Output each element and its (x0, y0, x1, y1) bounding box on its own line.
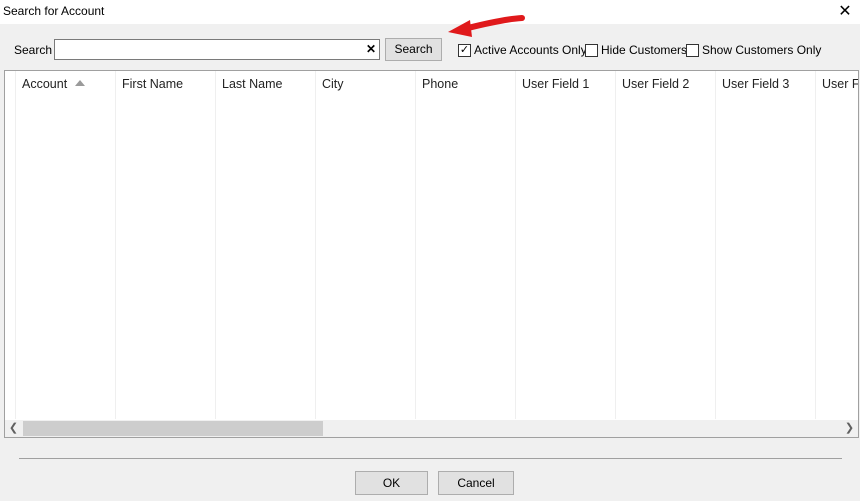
show-customers-only-checkbox[interactable]: Show Customers Only (686, 43, 821, 57)
search-input-box: ✕ (54, 39, 380, 60)
column-header-phone[interactable]: Phone (422, 77, 458, 91)
row-indicator-column (5, 71, 16, 419)
footer-divider (19, 458, 842, 459)
column-header-user-field-2[interactable]: User Field 2 (622, 77, 689, 91)
checkbox-box (686, 43, 699, 57)
search-label: Search (14, 43, 53, 57)
scroll-thumb[interactable] (23, 421, 323, 436)
sort-ascending-icon (75, 80, 86, 86)
column-first-name[interactable]: First Name (116, 71, 216, 419)
column-user-field-3[interactable]: User Field 3 (716, 71, 816, 419)
title-bar: Search for Account ✕ (0, 0, 860, 24)
active-accounts-only-checkbox[interactable]: ✓ Active Accounts Only (458, 43, 587, 57)
ok-button[interactable]: OK (355, 471, 428, 495)
checkbox-label: Show Customers Only (702, 43, 822, 57)
horizontal-scrollbar[interactable]: ❮ ❯ (5, 420, 858, 437)
column-header-city[interactable]: City (322, 77, 344, 91)
column-header-account[interactable]: Account (22, 77, 86, 91)
column-header-user-field-3[interactable]: User Field 3 (722, 77, 789, 91)
search-input[interactable] (55, 40, 361, 57)
accounts-grid[interactable]: Account First Name Last Name City Phone … (4, 70, 859, 438)
checkbox-label: Hide Customers (601, 43, 688, 57)
checkbox-label: Active Accounts Only (474, 43, 587, 57)
column-account[interactable]: Account (16, 71, 116, 419)
column-header-last-name[interactable]: Last Name (222, 77, 282, 91)
red-arrow-icon (448, 15, 525, 37)
column-header-user-field-1[interactable]: User Field 1 (522, 77, 589, 91)
column-user-field-1[interactable]: User Field 1 (516, 71, 616, 419)
cancel-button[interactable]: Cancel (438, 471, 514, 495)
window-title: Search for Account (3, 4, 105, 18)
hide-customers-checkbox[interactable]: Hide Customers (585, 43, 687, 57)
checkbox-box (585, 43, 598, 57)
column-header-user-field-4[interactable]: User F (822, 77, 858, 91)
scroll-right-icon[interactable]: ❯ (841, 420, 858, 437)
search-button[interactable]: Search (385, 38, 442, 61)
column-last-name[interactable]: Last Name (216, 71, 316, 419)
clear-icon[interactable]: ✕ (366, 41, 376, 58)
column-user-field-4[interactable]: User F (816, 71, 858, 419)
column-header-first-name[interactable]: First Name (122, 77, 183, 91)
column-user-field-2[interactable]: User Field 2 (616, 71, 716, 419)
column-phone[interactable]: Phone (416, 71, 516, 419)
close-window-button[interactable]: ✕ (834, 1, 856, 23)
scroll-left-icon[interactable]: ❮ (5, 420, 22, 437)
column-city[interactable]: City (316, 71, 416, 419)
checkbox-box: ✓ (458, 43, 471, 57)
